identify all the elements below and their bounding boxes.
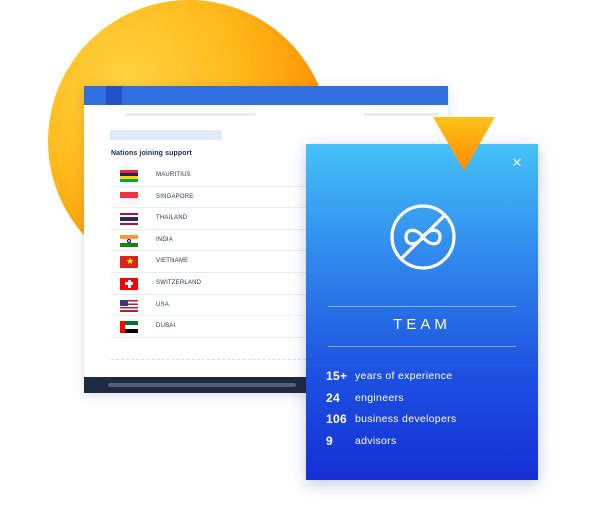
divider-line xyxy=(328,346,516,347)
stat-number: 15+ xyxy=(326,369,348,383)
country-name: MAURITIUS xyxy=(156,172,191,178)
country-name: USA xyxy=(156,301,169,308)
close-icon[interactable]: ✕ xyxy=(510,156,524,170)
stat-label: advisors xyxy=(355,434,397,447)
usa-flag-icon xyxy=(120,299,138,312)
switzerland-flag-icon xyxy=(120,277,138,290)
list-item[interactable]: MAURITIUS xyxy=(111,165,311,187)
list-item[interactable]: USA xyxy=(111,295,311,317)
vietnam-flag-icon: ★ xyxy=(120,256,138,269)
list-item[interactable]: SINGAPORE xyxy=(111,187,311,209)
list-item[interactable]: INDIA xyxy=(111,230,311,252)
placeholder-line xyxy=(364,113,438,116)
placeholder-line xyxy=(126,113,256,116)
stat-label: years of experience xyxy=(355,370,453,382)
stat-number: 24 xyxy=(326,390,340,405)
dashed-divider xyxy=(111,359,311,360)
list-item[interactable]: DUBAI xyxy=(111,316,311,338)
mauritius-flag-icon xyxy=(120,170,138,182)
window-header-bar xyxy=(84,86,448,105)
uae-flag-icon xyxy=(120,321,138,334)
team-stats: 15+ years of experience 24 engineers 106… xyxy=(326,369,526,455)
card-title: TEAM xyxy=(393,316,451,333)
stat-row: 24 engineers xyxy=(326,391,526,413)
india-flag-icon xyxy=(120,234,138,247)
country-name: DUBAI xyxy=(156,323,176,330)
list-title: Nations joining support xyxy=(111,150,192,157)
country-name: THAILAND xyxy=(156,215,188,222)
stat-row: 15+ years of experience xyxy=(326,369,526,391)
list-item[interactable]: THAILAND xyxy=(111,208,311,230)
list-item[interactable]: SWITZERLAND xyxy=(111,273,311,295)
stat-row: 9 advisors xyxy=(326,434,526,456)
stat-label: business developers xyxy=(355,413,457,425)
infinity-strikethrough-icon xyxy=(390,204,456,270)
country-name: VIETNAME xyxy=(156,258,189,265)
horizontal-scrollbar[interactable] xyxy=(108,383,296,387)
country-name: INDIA xyxy=(156,236,174,243)
country-name: SINGAPORE xyxy=(156,193,194,200)
divider-line xyxy=(328,306,516,307)
window-header-square xyxy=(106,86,122,105)
stat-number: 9 xyxy=(326,433,333,448)
thailand-flag-icon xyxy=(120,213,138,226)
search-bar[interactable] xyxy=(110,130,222,140)
country-name: SWITZERLAND xyxy=(156,279,202,286)
triangle-decoration xyxy=(433,117,495,171)
stat-number: 106 xyxy=(326,412,347,426)
list-item[interactable]: ★ VIETNAME xyxy=(111,251,311,273)
country-list: MAURITIUS SINGAPORE THAILAND INDIA ★ VIE… xyxy=(111,165,311,338)
stat-row: 106 business developers xyxy=(326,412,526,434)
singapore-flag-icon xyxy=(120,191,138,204)
team-card: ✕ TEAM 15+ years of experience 24 engine… xyxy=(306,144,538,480)
stat-label: engineers xyxy=(355,391,404,404)
